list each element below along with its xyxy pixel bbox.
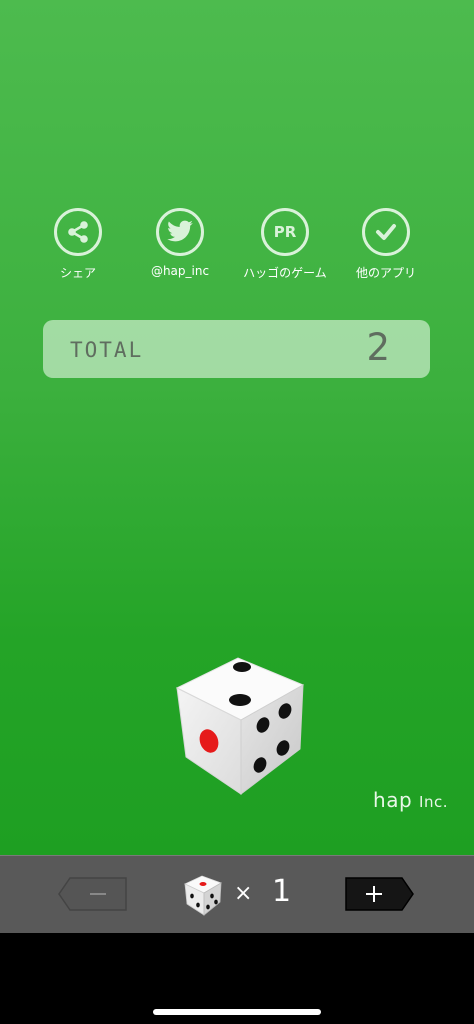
- brand-suffix: Inc.: [419, 793, 448, 811]
- brand-logo: hap Inc.: [373, 788, 448, 812]
- total-panel: TOTAL 2: [43, 320, 430, 378]
- share-label: シェア: [59, 266, 96, 280]
- hap-games-label: ハッゴのゲーム: [243, 266, 327, 280]
- home-indicator[interactable]: [153, 1009, 321, 1015]
- increase-dice-button[interactable]: [344, 877, 414, 911]
- decrease-dice-button[interactable]: [58, 877, 128, 911]
- share-button[interactable]: シェア: [28, 208, 128, 281]
- share-icon: [54, 208, 102, 256]
- dice-count-icon: [183, 874, 223, 916]
- twitter-bird-icon: [156, 208, 204, 256]
- controls-bar: × 1: [0, 855, 474, 933]
- check-icon: [362, 208, 410, 256]
- pr-icon-text: PR: [273, 223, 297, 241]
- times-symbol: ×: [234, 881, 253, 906]
- other-apps-button[interactable]: 他のアプリ: [336, 208, 436, 281]
- dice-pip: [229, 694, 251, 706]
- pr-icon: PR: [261, 208, 309, 256]
- total-value: 2: [366, 326, 390, 369]
- total-label: TOTAL: [70, 338, 144, 362]
- hap-games-button[interactable]: PR ハッゴのゲーム: [235, 208, 335, 281]
- header-button-row: シェア @hap_inc PR ハッゴのゲーム 他のアプリ: [0, 208, 474, 288]
- twitter-button[interactable]: @hap_inc: [130, 208, 230, 278]
- twitter-label: @hap_inc: [150, 264, 210, 278]
- brand-name: hap: [373, 788, 413, 812]
- dice-pip: [233, 662, 251, 672]
- dice-count: 1: [272, 874, 292, 909]
- game-area[interactable]: シェア @hap_inc PR ハッゴのゲーム 他のアプリ TOTAL 2 ha…: [0, 0, 474, 855]
- other-apps-label: 他のアプリ: [355, 266, 416, 280]
- dice[interactable]: [174, 654, 306, 796]
